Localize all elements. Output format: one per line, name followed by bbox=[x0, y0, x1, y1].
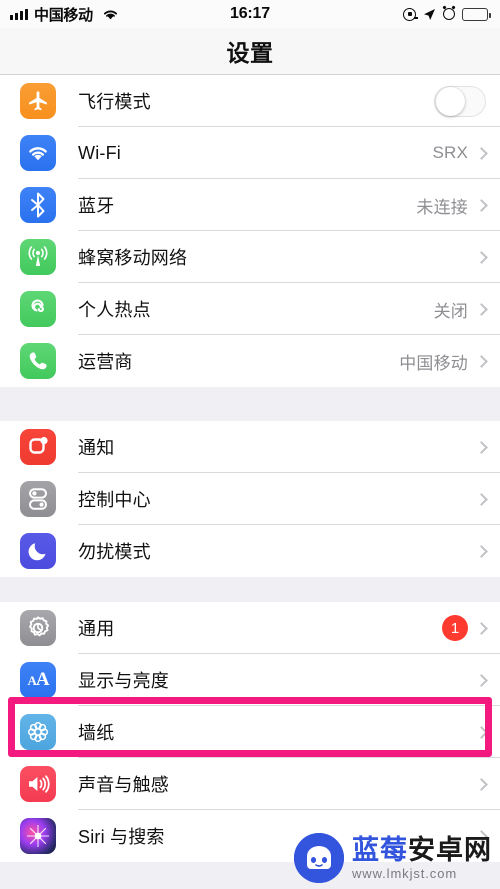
settings-row-display-brightness[interactable]: AA 显示与亮度 bbox=[0, 654, 500, 706]
settings-row-sounds-haptics[interactable]: 声音与触感 bbox=[0, 758, 500, 810]
bluetooth-icon bbox=[20, 187, 56, 223]
settings-row-label: Siri 与搜索 bbox=[78, 827, 165, 847]
settings-row-hotspot[interactable]: 个人热点 关闭 bbox=[0, 283, 500, 335]
control-center-icon bbox=[20, 481, 56, 517]
row-value: 中国移动 bbox=[399, 353, 468, 373]
row-accessory: 中国移动 bbox=[399, 349, 500, 374]
watermark-name-black: 安卓网 bbox=[408, 834, 492, 865]
phone-icon bbox=[20, 343, 56, 379]
settings-row-label: 蓝牙 bbox=[78, 196, 115, 216]
row-accessory bbox=[468, 777, 500, 791]
status-badge: 1 bbox=[442, 615, 468, 641]
airplane-icon bbox=[20, 83, 56, 119]
chevron-right-icon bbox=[475, 198, 488, 212]
settings-row-carrier[interactable]: 运营商 中国移动 bbox=[0, 335, 500, 387]
watermark-url: www.lmkjst.com bbox=[352, 865, 458, 881]
hotspot-icon bbox=[20, 291, 56, 327]
group-spacer bbox=[0, 577, 500, 602]
row-accessory: 1 bbox=[442, 615, 500, 641]
watermark-logo-icon bbox=[294, 833, 344, 883]
do-not-disturb-icon bbox=[20, 533, 56, 569]
watermark-text: 蓝莓安卓网 www.lmkjst.com bbox=[352, 834, 492, 881]
settings-row-notifications[interactable]: 通知 bbox=[0, 421, 500, 473]
notifications-icon bbox=[20, 429, 56, 465]
row-accessory bbox=[468, 492, 500, 506]
row-accessory: 关闭 bbox=[434, 297, 500, 322]
display-brightness-icon: AA bbox=[20, 662, 56, 698]
settings-row-wifi[interactable]: Wi-Fi SRX bbox=[0, 127, 500, 179]
watermark-name-blue: 蓝莓 bbox=[352, 834, 408, 865]
siri-icon bbox=[20, 818, 56, 854]
settings-row-label: 飞行模式 bbox=[78, 92, 151, 112]
row-accessory: 未连接 bbox=[416, 193, 500, 218]
chevron-right-icon bbox=[475, 492, 488, 506]
settings-row-airplane-mode[interactable]: 飞行模式 bbox=[0, 75, 500, 127]
chevron-right-icon bbox=[475, 544, 488, 558]
row-accessory bbox=[468, 725, 500, 739]
settings-row-label: Wi-Fi bbox=[78, 142, 121, 163]
row-accessory bbox=[468, 544, 500, 558]
settings-row-general[interactable]: 通用 1 bbox=[0, 602, 500, 654]
alarm-icon bbox=[443, 8, 455, 20]
chevron-right-icon bbox=[475, 621, 488, 635]
settings-list[interactable]: 飞行模式 Wi-Fi SRX 蓝牙 未连接 蜂窝移动网络 个人热点 关闭 运营商… bbox=[0, 75, 500, 889]
status-bar: 中国移动 16:17 bbox=[0, 0, 500, 28]
row-accessory: SRX bbox=[432, 143, 500, 163]
settings-row-do-not-disturb[interactable]: 勿扰模式 bbox=[0, 525, 500, 577]
row-value: SRX bbox=[432, 143, 468, 162]
settings-row-label: 个人热点 bbox=[78, 300, 151, 320]
chevron-right-icon bbox=[475, 302, 488, 316]
location-arrow-icon bbox=[423, 8, 436, 21]
row-accessory bbox=[468, 673, 500, 687]
settings-row-label: 控制中心 bbox=[78, 490, 151, 510]
settings-row-cellular[interactable]: 蜂窝移动网络 bbox=[0, 231, 500, 283]
settings-row-label: 勿扰模式 bbox=[78, 542, 151, 562]
settings-row-label: 运营商 bbox=[78, 352, 133, 372]
navigation-bar: 设置 bbox=[0, 28, 500, 75]
chevron-right-icon bbox=[475, 725, 488, 739]
chevron-right-icon bbox=[475, 250, 488, 264]
settings-row-label: 蜂窝移动网络 bbox=[78, 248, 188, 268]
sounds-haptics-icon bbox=[20, 766, 56, 802]
group-spacer bbox=[0, 387, 500, 421]
wifi-icon bbox=[20, 135, 56, 171]
chevron-right-icon bbox=[475, 146, 488, 160]
battery-icon bbox=[462, 7, 491, 21]
row-accessory bbox=[468, 250, 500, 264]
chevron-right-icon bbox=[475, 673, 488, 687]
watermark: 蓝莓安卓网 www.lmkjst.com bbox=[294, 833, 492, 883]
settings-row-wallpaper[interactable]: 墙纸 bbox=[0, 706, 500, 758]
watermark-site-name: 蓝莓安卓网 bbox=[352, 834, 492, 865]
status-bar-right bbox=[403, 7, 491, 21]
page-title: 设置 bbox=[226, 40, 274, 66]
chevron-right-icon bbox=[475, 354, 488, 368]
wallpaper-icon bbox=[20, 714, 56, 750]
settings-row-label: 通知 bbox=[78, 438, 115, 458]
settings-group-system: 通用 1 AA 显示与亮度 墙纸 声音与触感 Siri 与搜索 bbox=[0, 602, 500, 862]
row-value: 关闭 bbox=[433, 301, 468, 321]
settings-row-label: 声音与触感 bbox=[78, 775, 169, 795]
general-gear-icon bbox=[20, 610, 56, 646]
cellular-icon bbox=[20, 239, 56, 275]
chevron-right-icon bbox=[475, 440, 488, 454]
row-accessory bbox=[468, 440, 500, 454]
settings-row-bluetooth[interactable]: 蓝牙 未连接 bbox=[0, 179, 500, 231]
airplane-mode-toggle[interactable] bbox=[434, 85, 486, 117]
settings-row-label: 通用 bbox=[78, 619, 115, 639]
chevron-right-icon bbox=[475, 777, 488, 791]
settings-group-notifications: 通知 控制中心 勿扰模式 bbox=[0, 421, 500, 577]
row-accessory[interactable] bbox=[434, 85, 500, 117]
settings-row-control-center[interactable]: 控制中心 bbox=[0, 473, 500, 525]
settings-row-label: 墙纸 bbox=[78, 723, 115, 743]
row-value: 未连接 bbox=[416, 197, 468, 217]
settings-row-label: 显示与亮度 bbox=[78, 671, 169, 691]
settings-group-connectivity: 飞行模式 Wi-Fi SRX 蓝牙 未连接 蜂窝移动网络 个人热点 关闭 运营商… bbox=[0, 75, 500, 387]
orientation-lock-icon bbox=[403, 7, 418, 21]
